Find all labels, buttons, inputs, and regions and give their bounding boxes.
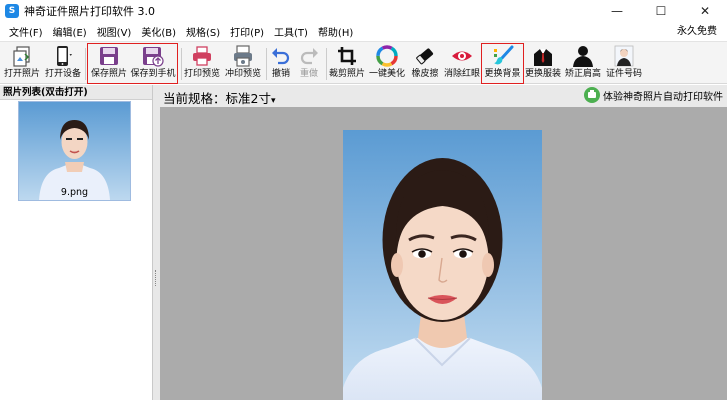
correct-shoulders-button[interactable]: 矫正肩高 [563, 44, 603, 83]
save-photo-label: 保存照片 [90, 69, 127, 79]
undo-label: 撤销 [271, 69, 290, 79]
splitter-grip [155, 270, 157, 286]
current-spec[interactable]: 当前规格：标准2寸▾ [163, 88, 276, 107]
close-button[interactable]: ✕ [683, 0, 727, 22]
eraser-icon [414, 44, 436, 68]
red-eye-label: 消除红眼 [443, 69, 480, 79]
red-eye-button[interactable]: 消除红眼 [443, 44, 481, 83]
menu-tools[interactable]: 工具(T) [269, 24, 313, 39]
main-canvas-area: 当前规格：标准2寸▾ 体验神奇照片自动打印软件 [160, 85, 727, 400]
wash-preview-button[interactable]: 冲印预览 [223, 44, 263, 83]
phone-icon [52, 44, 74, 68]
save-to-phone-button[interactable]: 保存到手机 [129, 44, 177, 83]
change-background-label: 更换背景 [484, 69, 521, 79]
id-number-button[interactable]: 证件号码 [604, 44, 644, 83]
menu-view[interactable]: 视图(V) [92, 24, 137, 39]
auto-print-icon [584, 87, 600, 103]
redo-button[interactable]: 重做 [296, 44, 322, 83]
photo-printer-icon [232, 44, 254, 68]
wash-preview-label: 冲印预览 [224, 69, 261, 79]
open-device-button[interactable]: 打开设备 [43, 44, 83, 83]
save-floppy-icon [98, 44, 120, 68]
toolbar: 打开照片 打开设备 保存照片 保存到手机 打印预览 冲印预览 撤销 重做 裁剪照… [0, 41, 727, 84]
window-controls: — ☐ ✕ [595, 0, 727, 22]
current-spec-label: 当前规格： [163, 91, 226, 106]
title-bar: S 神奇证件照片打印软件 3.0 — ☐ ✕ [0, 0, 727, 22]
maximize-button[interactable]: ☐ [639, 0, 683, 22]
toolbar-separator [85, 48, 86, 80]
menu-edit[interactable]: 编辑(E) [48, 24, 92, 39]
id-portrait-icon [613, 44, 635, 68]
open-device-label: 打开设备 [44, 69, 81, 79]
photo-list-panel: 照片列表(双击打开) 9.png [0, 85, 153, 400]
redo-label: 重做 [299, 69, 318, 79]
experience-label: 体验神奇照片自动打印软件 [603, 91, 723, 103]
paint-brush-icon [492, 44, 514, 68]
menu-help[interactable]: 帮助(H) [313, 24, 358, 39]
printer-icon [191, 44, 213, 68]
photo-thumbnail[interactable] [18, 101, 131, 201]
save-photo-button[interactable]: 保存照片 [89, 44, 129, 83]
red-eye-icon [451, 44, 473, 68]
one-click-beautify-button[interactable]: 一键美化 [368, 44, 406, 83]
eraser-label: 橡皮擦 [411, 69, 439, 79]
spec-dropdown-icon: ▾ [270, 96, 276, 106]
correct-shoulders-label: 矫正肩高 [564, 69, 601, 79]
menu-bar: 文件(F) 编辑(E) 视图(V) 美化(B) 规格(S) 打印(P) 工具(T… [0, 22, 727, 41]
one-click-beautify-label: 一键美化 [368, 69, 405, 79]
suit-icon [532, 44, 554, 68]
window-title: 神奇证件照片打印软件 3.0 [24, 5, 155, 18]
app-logo-glyph: S [8, 6, 16, 16]
print-preview-button[interactable]: 打印预览 [183, 44, 221, 83]
menu-beautify[interactable]: 美化(B) [136, 24, 181, 39]
change-background-button[interactable]: 更换背景 [483, 44, 522, 83]
app-logo-icon: S [5, 4, 19, 18]
print-preview-label: 打印预览 [183, 69, 220, 79]
crop-icon [336, 44, 358, 68]
open-photo-icon [11, 44, 33, 68]
undo-button[interactable]: 撤销 [268, 44, 294, 83]
person-silhouette-icon [572, 44, 594, 68]
eraser-button[interactable]: 橡皮擦 [408, 44, 442, 83]
undo-icon [270, 44, 292, 68]
toolbar-separator [326, 48, 327, 80]
id-number-label: 证件号码 [605, 69, 642, 79]
menu-print[interactable]: 打印(P) [225, 24, 269, 39]
crop-button[interactable]: 裁剪照片 [328, 44, 366, 83]
save-to-phone-label: 保存到手机 [130, 69, 176, 79]
change-clothes-button[interactable]: 更换服装 [524, 44, 562, 83]
save-to-phone-icon [142, 44, 164, 68]
redo-icon [298, 44, 320, 68]
menu-file[interactable]: 文件(F) [4, 24, 48, 39]
toolbar-separator [266, 48, 267, 80]
open-photo-button[interactable]: 打开照片 [3, 44, 41, 83]
panel-splitter[interactable] [153, 85, 160, 400]
id-photo-canvas[interactable] [343, 130, 542, 400]
main-header: 当前规格：标准2寸▾ 体验神奇照片自动打印软件 [160, 85, 727, 107]
change-clothes-label: 更换服装 [524, 69, 561, 79]
crop-label: 裁剪照片 [328, 69, 365, 79]
free-forever-label: 永久免费 [677, 26, 717, 37]
experience-auto-print-link[interactable]: 体验神奇照片自动打印软件 [584, 87, 723, 103]
current-spec-value: 标准2寸 [225, 91, 271, 106]
thumbnail-filename: 9.png [60, 187, 89, 198]
open-photo-label: 打开照片 [3, 69, 40, 79]
toolbar-separator [181, 48, 182, 80]
color-wheel-icon [376, 44, 398, 68]
menu-spec[interactable]: 规格(S) [181, 24, 225, 39]
minimize-button[interactable]: — [595, 0, 639, 22]
photo-list-header: 照片列表(双击打开) [0, 85, 152, 100]
